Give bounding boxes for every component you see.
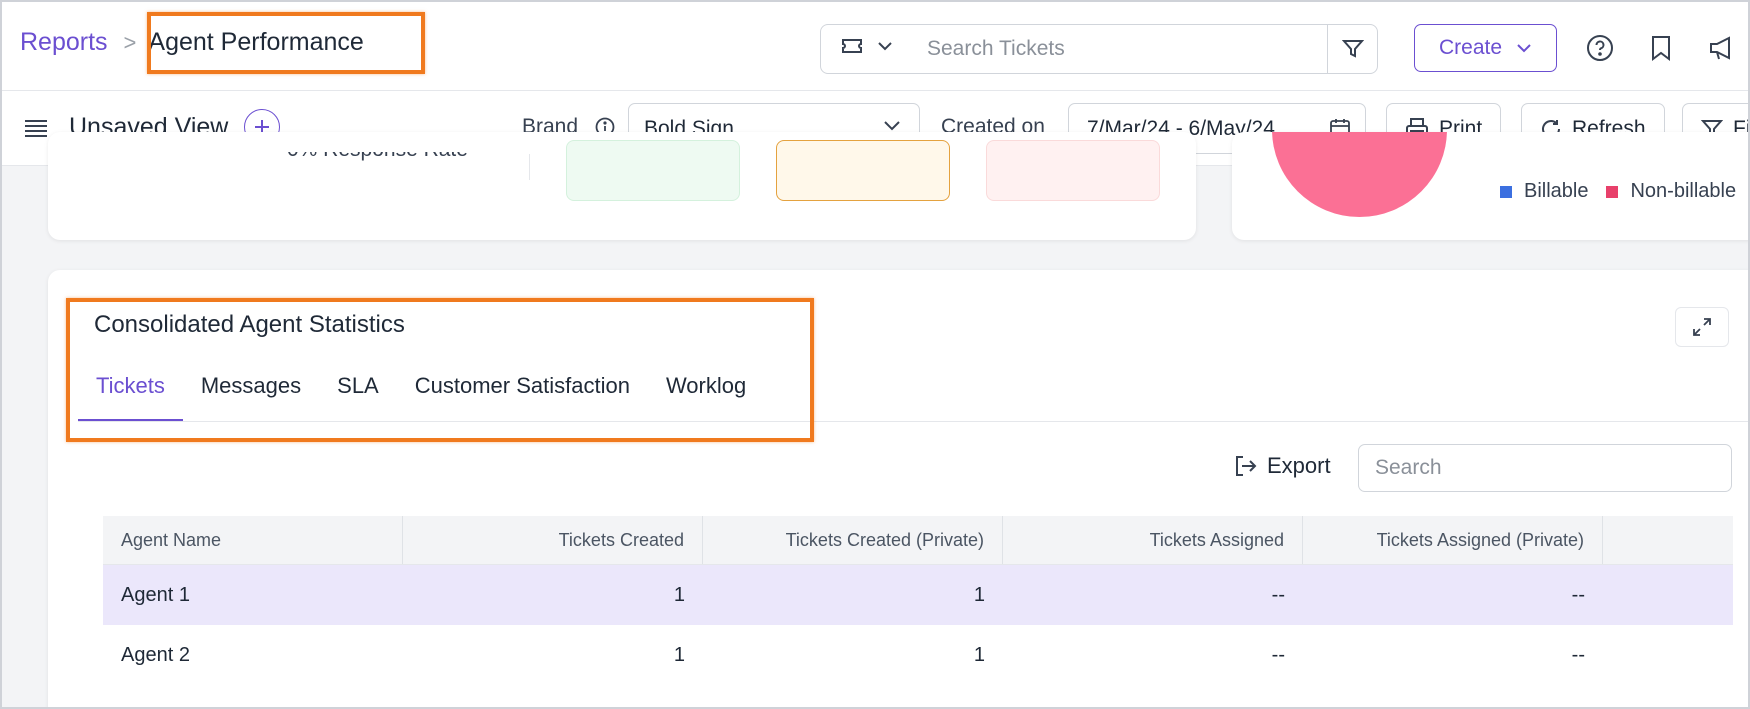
cell-tickets-assigned-private: -- xyxy=(1571,643,1585,666)
cell-agent-name: Agent 2 xyxy=(121,643,190,666)
cell-tickets-assigned: -- xyxy=(1271,583,1285,606)
expand-icon xyxy=(1693,318,1711,336)
cell-overflow xyxy=(1603,625,1733,685)
chevron-down-icon xyxy=(884,121,900,131)
legend-label-non-billable: Non-billable xyxy=(1630,180,1737,202)
breadcrumb-reports-link[interactable]: Reports xyxy=(20,28,108,57)
export-button[interactable]: Export xyxy=(1233,453,1331,479)
billing-legend: Billable Non-billable xyxy=(1500,180,1748,203)
billing-pie-chart xyxy=(1272,132,1447,217)
announcements-button[interactable] xyxy=(1708,32,1740,64)
ticket-icon xyxy=(842,39,862,53)
column-header-tickets-created[interactable]: Tickets Created xyxy=(403,516,703,564)
megaphone-icon xyxy=(1710,36,1730,60)
filter-icon xyxy=(1341,40,1364,58)
chevron-down-icon xyxy=(878,42,892,51)
column-header-tickets-assigned[interactable]: Tickets Assigned xyxy=(1003,516,1303,564)
table-row[interactable]: Agent 2 1 1 -- -- xyxy=(103,625,1733,685)
legend-label-billable: Billable xyxy=(1524,180,1589,202)
cell-tickets-assigned-private: -- xyxy=(1571,583,1585,606)
bookmark-button[interactable] xyxy=(1645,32,1677,64)
metric-card-green xyxy=(566,140,740,201)
help-icon xyxy=(1587,35,1613,61)
metric-card-red xyxy=(986,140,1160,201)
column-header-tickets-created-private[interactable]: Tickets Created (Private) xyxy=(703,516,1003,564)
create-button-label: Create xyxy=(1438,36,1503,59)
table-header: Agent Name Tickets Created Tickets Creat… xyxy=(103,516,1733,565)
search-filter-button[interactable] xyxy=(1327,25,1377,73)
cell-tickets-created-private: 1 xyxy=(973,583,985,606)
cell-tickets-assigned: -- xyxy=(1271,643,1285,666)
search-type-selector[interactable] xyxy=(841,37,893,55)
table-row[interactable]: Agent 1 1 1 -- -- xyxy=(103,565,1733,625)
column-header-agent-name[interactable]: Agent Name xyxy=(103,516,403,564)
metric-card-orange[interactable] xyxy=(776,140,950,201)
breadcrumb-separator: > xyxy=(123,29,137,55)
export-button-label: Export xyxy=(1267,453,1331,478)
legend-swatch-billable xyxy=(1500,185,1512,198)
cell-agent-name: Agent 1 xyxy=(121,583,190,606)
column-header-tickets-assigned-private[interactable]: Tickets Assigned (Private) xyxy=(1303,516,1603,564)
create-button[interactable]: Create xyxy=(1414,24,1557,72)
bookmark-icon xyxy=(1652,36,1670,61)
ticket-search-input[interactable] xyxy=(927,31,1307,67)
legend-item-non-billable: Non-billable xyxy=(1606,180,1736,203)
expand-button[interactable] xyxy=(1675,307,1729,347)
agent-statistics-table: Agent Name Tickets Created Tickets Creat… xyxy=(103,516,1733,685)
tabs-highlight-box xyxy=(66,298,814,442)
export-icon xyxy=(1236,456,1257,476)
summary-divider xyxy=(529,154,530,180)
legend-item-billable: Billable xyxy=(1500,180,1588,203)
cell-tickets-created: 1 xyxy=(673,583,685,606)
top-bar: Reports > Agent Performance Create xyxy=(2,2,1748,91)
table-search-input[interactable] xyxy=(1358,444,1732,492)
view-menu-button[interactable] xyxy=(24,118,48,143)
app-window: Reports > Agent Performance Create xyxy=(0,0,1750,709)
column-header-overflow xyxy=(1603,516,1733,564)
title-highlight-box xyxy=(147,12,425,74)
menu-icon xyxy=(25,120,47,137)
cell-overflow xyxy=(1603,565,1733,625)
billing-chart-card: Billable Non-billable xyxy=(1232,132,1748,240)
legend-swatch-non-billable xyxy=(1606,185,1619,198)
help-button[interactable] xyxy=(1584,32,1616,64)
chevron-down-icon xyxy=(1517,44,1531,53)
cell-tickets-created: 1 xyxy=(673,643,685,666)
ticket-search-box xyxy=(820,24,1378,74)
cell-tickets-created-private: 1 xyxy=(973,643,985,666)
